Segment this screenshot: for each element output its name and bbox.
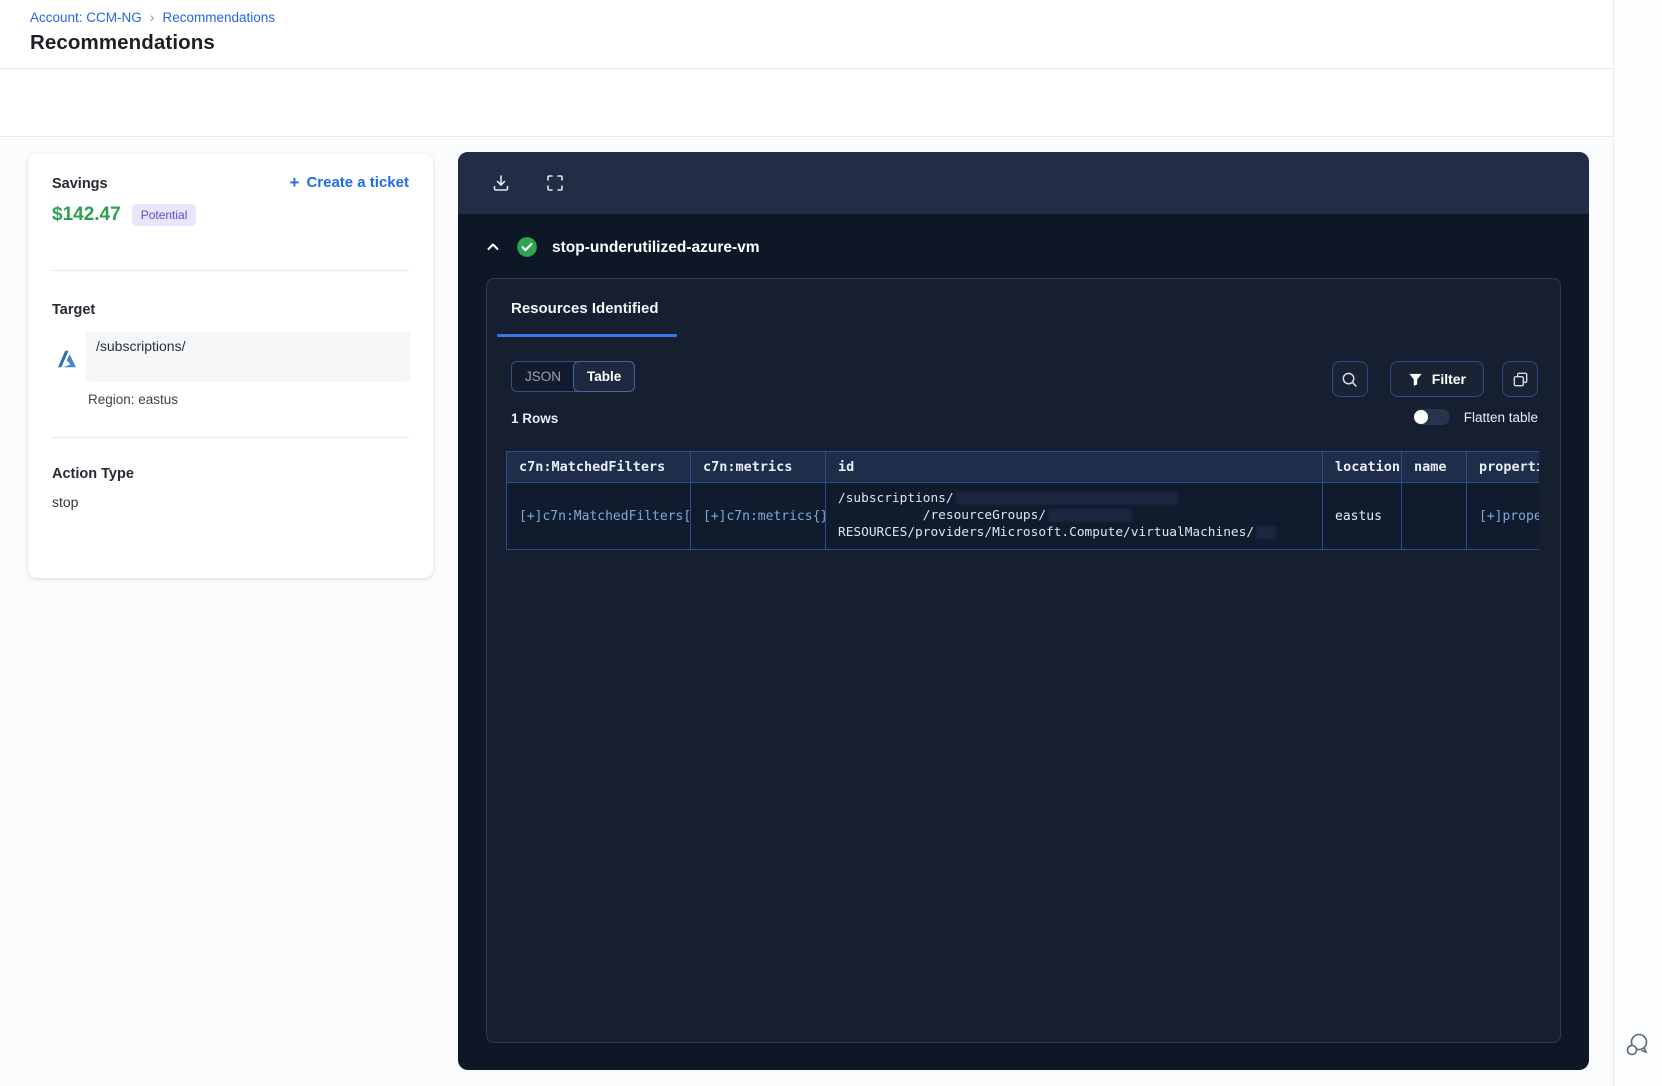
- create-ticket-label: Create a ticket: [306, 174, 409, 191]
- id-line-1: /subscriptions/: [838, 491, 954, 506]
- action-type-label: Action Type: [52, 466, 134, 482]
- target-label: Target: [52, 302, 96, 318]
- id-line-3: RESOURCES/providers/Microsoft.Compute/vi…: [838, 525, 1255, 540]
- column-header-name: name: [1402, 452, 1467, 482]
- table-header-row: c7n:MatchedFilters c7n:metrics id locati…: [507, 452, 1539, 482]
- results-table: c7n:MatchedFilters c7n:metrics id locati…: [506, 451, 1539, 551]
- resources-identified-section: Resources Identified JSON Table Filter 1…: [486, 278, 1561, 1043]
- savings-label: Savings: [52, 176, 108, 192]
- name-cell: [1402, 483, 1467, 549]
- filter-label: Filter: [1431, 371, 1466, 387]
- panel-toolbar: [458, 152, 1589, 214]
- id-line-2: /resourceGroups/: [838, 508, 1047, 523]
- target-path: /subscriptions/: [96, 338, 186, 354]
- column-header-location: location: [1323, 452, 1402, 482]
- active-tab-indicator: [497, 334, 677, 337]
- create-ticket-button[interactable]: + Create a ticket: [290, 174, 410, 191]
- copy-icon: [1513, 372, 1527, 386]
- copy-button[interactable]: [1502, 361, 1538, 397]
- plus-icon: +: [289, 173, 300, 192]
- collapse-button[interactable]: [484, 238, 502, 256]
- panel-rule-title: stop-underutilized-azure-vm: [552, 239, 760, 256]
- feedback-chat-icon[interactable]: [1622, 1030, 1652, 1060]
- filter-button[interactable]: Filter: [1389, 361, 1484, 397]
- column-header-properties: properties: [1467, 452, 1539, 482]
- fullscreen-button[interactable]: [544, 172, 566, 194]
- action-type-value: stop: [52, 494, 79, 510]
- top-header: Account: CCM-NG › Recommendations Recomm…: [0, 0, 1662, 69]
- recommendations-page: Account: CCM-NG › Recommendations Recomm…: [0, 0, 1662, 1086]
- view-json-button[interactable]: JSON: [512, 362, 574, 391]
- card-divider: [52, 437, 409, 438]
- fullscreen-icon: [547, 175, 563, 191]
- search-button[interactable]: [1331, 361, 1368, 397]
- redacted-text: [1256, 526, 1277, 539]
- column-header-metrics: c7n:metrics: [691, 452, 826, 482]
- right-gutter: [1613, 0, 1662, 1086]
- flatten-table-label: Flatten table: [1463, 409, 1538, 425]
- location-cell: eastus: [1323, 483, 1402, 549]
- target-region: Region: eastus: [88, 392, 179, 407]
- breadcrumb: Account: CCM-NG › Recommendations: [30, 9, 275, 25]
- matchedfilters-expander-cell[interactable]: [+]c7n:MatchedFilters[]: [507, 483, 691, 549]
- card-divider: [52, 270, 409, 271]
- breadcrumb-account-link[interactable]: Account: CCM-NG: [30, 10, 142, 25]
- savings-amount: $142.47: [52, 204, 121, 225]
- filter-funnel-icon: [1409, 373, 1422, 386]
- breadcrumb-recommendations-link[interactable]: Recommendations: [162, 10, 275, 25]
- tab-resources-identified[interactable]: Resources Identified: [511, 300, 659, 317]
- table-row: [+]c7n:MatchedFilters[] [+]c7n:metrics{}…: [507, 482, 1539, 549]
- success-check-icon: [517, 237, 537, 257]
- metrics-expander-cell[interactable]: [+]c7n:metrics{}: [691, 483, 826, 549]
- azure-icon: [58, 350, 76, 368]
- column-header-matchedfilters: c7n:MatchedFilters: [507, 452, 691, 482]
- rows-count: 1 Rows: [511, 411, 559, 426]
- download-button[interactable]: [490, 172, 512, 194]
- breadcrumb-separator-icon: ›: [149, 9, 155, 25]
- panel-rule-row: stop-underutilized-azure-vm: [458, 214, 1589, 280]
- redacted-text: [1048, 509, 1133, 522]
- potential-badge: Potential: [131, 204, 197, 226]
- search-icon: [1342, 372, 1357, 387]
- chevron-up-icon: [487, 243, 499, 250]
- properties-expander-cell[interactable]: [+]properties{}: [1467, 483, 1539, 549]
- id-cell: /subscriptions/ /resourceGroups/ RESOURC…: [826, 483, 1323, 549]
- download-icon: [493, 175, 509, 191]
- page-title: Recommendations: [30, 31, 215, 54]
- flatten-table-toggle[interactable]: [1413, 409, 1450, 425]
- summary-card: Savings + Create a ticket $142.47 Potent…: [28, 154, 433, 578]
- rule-header: stop-underutilized-azure-vm Last evaluat…: [0, 69, 1662, 194]
- view-mode-toggle: JSON Table: [511, 361, 636, 392]
- resources-panel: stop-underutilized-azure-vm Resources Id…: [458, 152, 1589, 1070]
- redacted-text: [955, 492, 1178, 505]
- view-table-button[interactable]: Table: [573, 361, 636, 392]
- column-header-id: id: [826, 452, 1323, 482]
